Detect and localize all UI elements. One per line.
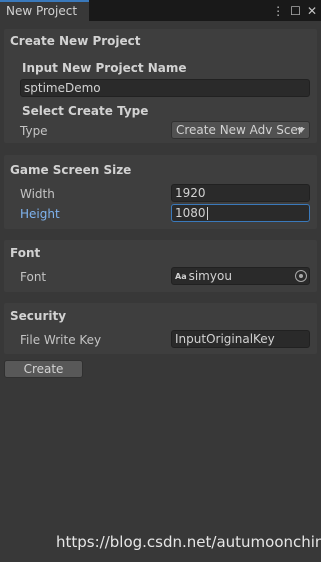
security-section: Security File Write Key InputOriginalKey	[4, 303, 317, 354]
section-title-screen-size: Game Screen Size	[10, 163, 132, 177]
font-section: Font Font Aa simyou	[4, 240, 317, 292]
create-type-value: Create New Adv Scer	[176, 123, 303, 137]
create-type-dropdown[interactable]: Create New Adv Scer	[171, 121, 310, 139]
file-write-key-input[interactable]: InputOriginalKey	[171, 330, 310, 348]
game-screen-size-section: Game Screen Size Width 1920 Height 1080	[4, 155, 317, 229]
project-name-value: sptimeDemo	[24, 81, 101, 95]
create-button-label: Create	[23, 362, 64, 376]
object-picker-icon[interactable]	[295, 270, 307, 282]
project-name-input[interactable]: sptimeDemo	[20, 79, 310, 97]
tab-bar: New Project ⋮ ☐ ✕	[0, 0, 321, 21]
type-label: Type	[20, 124, 48, 138]
create-project-section: Create New Project Input New Project Nam…	[4, 29, 317, 143]
file-write-key-value: InputOriginalKey	[175, 332, 275, 346]
section-title-security: Security	[10, 309, 67, 323]
section-title-create-project: Create New Project	[10, 34, 141, 48]
width-value: 1920	[175, 186, 206, 200]
width-input[interactable]: 1920	[171, 184, 310, 202]
width-label: Width	[20, 187, 55, 201]
font-type-icon: Aa	[175, 272, 187, 281]
height-label: Height	[20, 207, 60, 221]
font-label: Font	[20, 270, 47, 284]
window-controls: ⋮ ☐ ✕	[272, 2, 317, 19]
close-icon[interactable]: ✕	[307, 4, 317, 18]
project-name-heading: Input New Project Name	[22, 61, 187, 75]
kebab-menu-icon[interactable]: ⋮	[272, 4, 284, 18]
font-value: simyou	[188, 269, 232, 283]
font-object-field[interactable]: Aa simyou	[171, 267, 310, 285]
file-write-key-label: File Write Key	[20, 333, 102, 347]
create-button[interactable]: Create	[4, 360, 83, 378]
section-title-font: Font	[10, 246, 41, 260]
tab-title: New Project	[6, 4, 78, 18]
chevron-down-icon	[297, 128, 305, 133]
tab-new-project[interactable]: New Project	[0, 0, 89, 21]
height-input[interactable]: 1080	[171, 204, 310, 222]
watermark-text: https://blog.csdn.net/autumoonchina	[56, 533, 321, 551]
height-value: 1080	[175, 206, 206, 220]
text-caret	[206, 207, 208, 220]
create-type-heading: Select Create Type	[22, 104, 149, 118]
maximize-icon[interactable]: ☐	[290, 4, 301, 18]
